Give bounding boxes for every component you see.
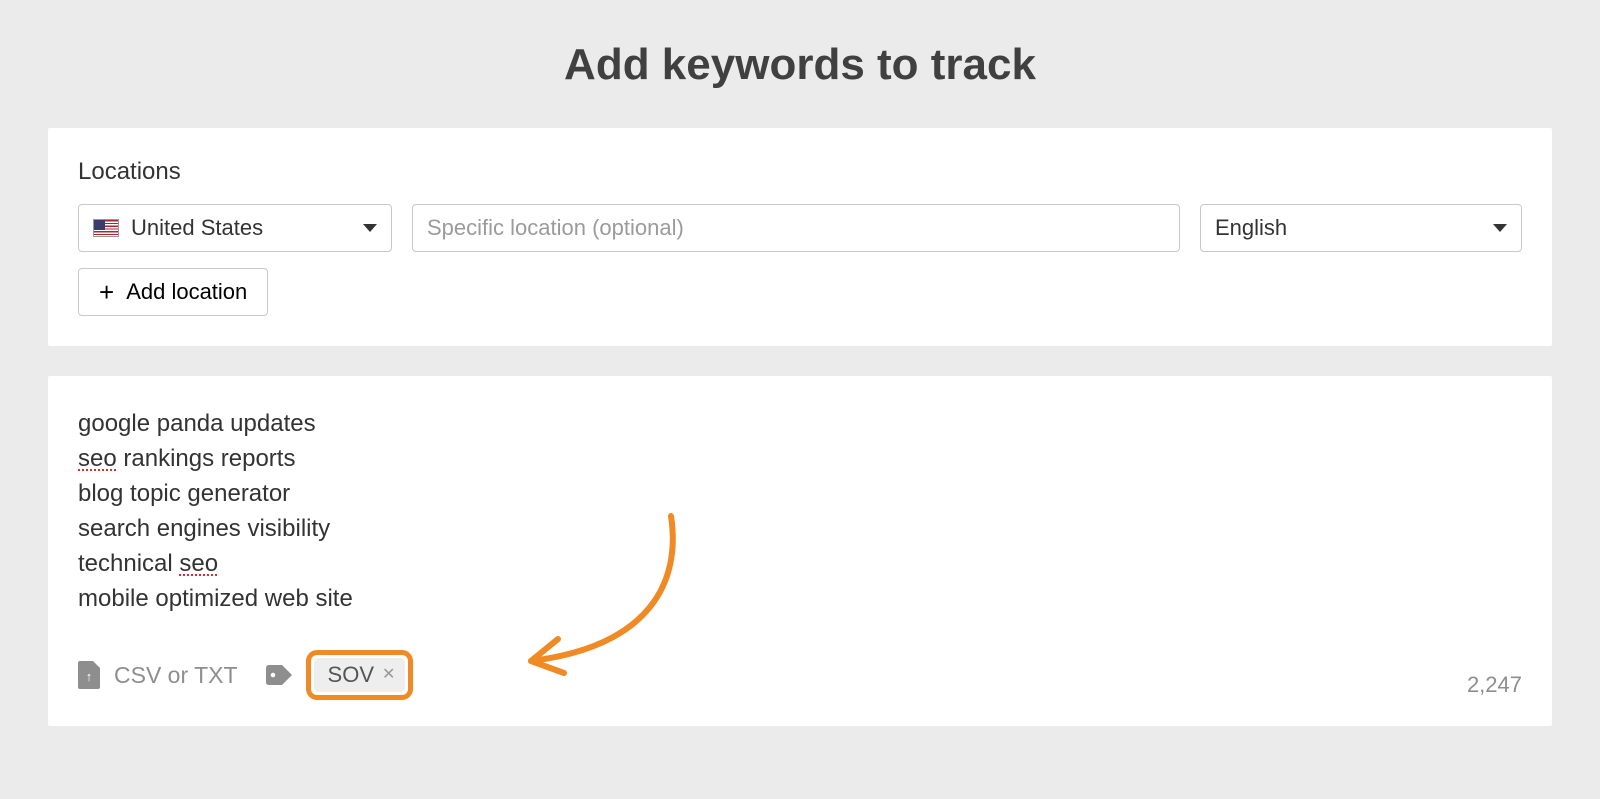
locations-label: Locations (78, 158, 1522, 186)
country-select[interactable]: United States (78, 204, 392, 252)
chevron-down-icon (1493, 224, 1507, 232)
keyword-line: blog topic generator (78, 476, 1522, 511)
keywords-footer: ↑ CSV or TXT SOV ✕ 2,247 (78, 650, 1522, 700)
country-value: United States (131, 215, 263, 241)
keywords-panel: google panda updatesseo rankings reports… (48, 376, 1552, 726)
remove-tag-icon[interactable]: ✕ (382, 667, 395, 683)
tag-icon[interactable] (266, 665, 292, 685)
add-location-button[interactable]: + Add location (78, 268, 268, 316)
specific-location-input[interactable] (412, 204, 1180, 252)
keyword-line: search engines visibility (78, 511, 1522, 546)
language-value: English (1215, 215, 1287, 241)
keyword-line: google panda updates (78, 406, 1522, 441)
page-title: Add keywords to track (0, 0, 1600, 128)
keyword-tag[interactable]: SOV ✕ (314, 658, 406, 692)
keyword-line: technical seo (78, 546, 1522, 581)
chevron-down-icon (363, 224, 377, 232)
character-count: 2,247 (1467, 672, 1522, 698)
tag-label: SOV (328, 662, 374, 688)
flag-us-icon (93, 219, 119, 237)
tag-highlight: SOV ✕ (306, 650, 414, 700)
plus-icon: + (99, 279, 114, 305)
keywords-textarea[interactable]: google panda updatesseo rankings reports… (78, 406, 1522, 616)
keyword-line: mobile optimized web site (78, 581, 1522, 616)
language-select[interactable]: English (1200, 204, 1522, 252)
keyword-line: seo rankings reports (78, 441, 1522, 476)
locations-panel: Locations United States English + Add lo… (48, 128, 1552, 346)
upload-file-icon[interactable]: ↑ (78, 661, 100, 689)
upload-label[interactable]: CSV or TXT (114, 662, 238, 689)
add-location-label: Add location (126, 279, 247, 305)
